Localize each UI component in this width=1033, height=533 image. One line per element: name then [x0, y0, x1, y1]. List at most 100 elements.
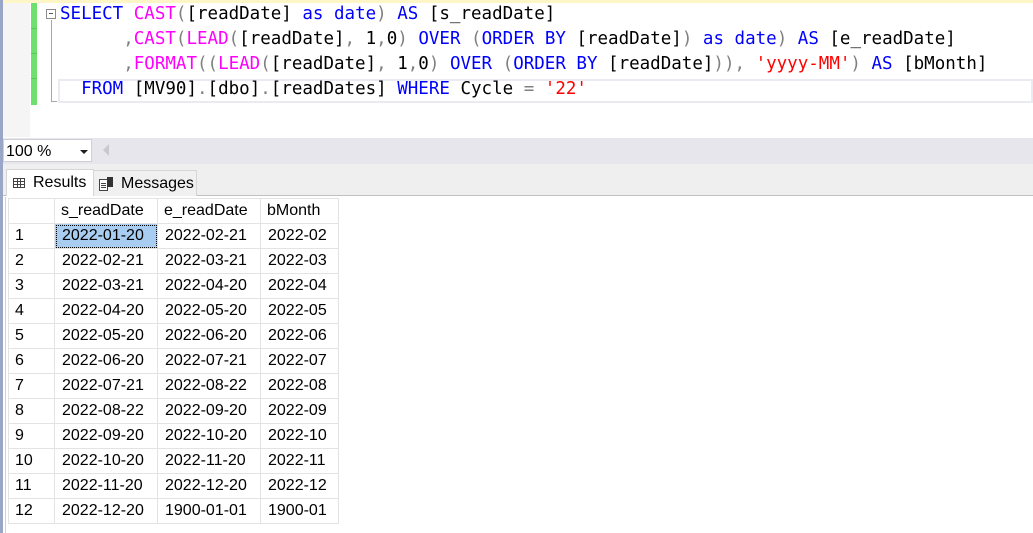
grid-cell[interactable]: 2022-05-20 — [54, 323, 158, 349]
column-header-e-readdate[interactable]: e_readDate — [157, 198, 261, 224]
grid-cell[interactable]: 2022-03-21 — [54, 273, 158, 299]
outline-guide-end — [51, 101, 57, 102]
zoom-level-value: 100 % — [6, 143, 52, 160]
chevron-down-icon[interactable] — [80, 150, 88, 154]
code-line[interactable]: FROM [MV90].[dbo].[readDates] WHERE Cycl… — [60, 77, 987, 102]
grid-cell[interactable]: 2022-09-20 — [54, 423, 158, 449]
code-token: ) — [428, 54, 440, 74]
grid-cell[interactable]: 2022-01-20 — [54, 223, 158, 249]
row-number-cell[interactable]: 11 — [8, 473, 55, 499]
code-token: Cycle — [449, 79, 524, 99]
grid-cell[interactable]: 2022-07-21 — [157, 348, 261, 374]
column-header-bmonth[interactable]: bMonth — [260, 198, 339, 224]
grid-cell[interactable]: 2022-12-20 — [157, 473, 261, 499]
table-row[interactable]: 11 2022-11-20 2022-12-20 2022-12 — [8, 473, 339, 499]
code-token: FORMAT — [133, 54, 197, 74]
results-grid[interactable]: s_readDate e_readDate bMonth 1 2022-01-20… — [8, 198, 339, 524]
grid-cell[interactable]: 2022-11-20 — [54, 473, 158, 499]
grid-cell[interactable]: 2022-09-20 — [157, 398, 261, 424]
grid-cell[interactable]: 2022-12 — [260, 473, 339, 499]
table-row[interactable]: 12 2022-12-20 1900-01-01 1900-01 — [8, 498, 339, 524]
grid-cell[interactable]: 2022-03-21 — [157, 248, 261, 274]
code-token: )), — [713, 54, 746, 74]
grid-cell[interactable]: 2022-07-21 — [54, 373, 158, 399]
code-token: [dbo] — [207, 79, 261, 99]
grid-cell[interactable]: 2022-06-20 — [157, 323, 261, 349]
table-row[interactable]: 8 2022-08-22 2022-09-20 2022-09 — [8, 398, 339, 424]
grid-cell[interactable]: 2022-11-20 — [157, 448, 261, 474]
code-token: (( — [196, 54, 219, 74]
sql-code[interactable]: SELECT CAST([readDate] as date) AS [s_re… — [60, 2, 987, 102]
zoom-level-select[interactable]: 100 % — [3, 139, 92, 162]
grid-cell[interactable]: 2022-06-20 — [54, 348, 158, 374]
grid-cell[interactable]: 2022-02-21 — [54, 248, 158, 274]
grid-cell[interactable]: 2022-08 — [260, 373, 339, 399]
table-row[interactable]: 3 2022-03-21 2022-04-20 2022-04 — [8, 273, 339, 299]
grid-cell[interactable]: 2022-04 — [260, 273, 339, 299]
row-number-header[interactable] — [8, 198, 55, 224]
table-row[interactable]: 4 2022-04-20 2022-05-20 2022-05 — [8, 298, 339, 324]
code-token: BY — [544, 29, 566, 49]
grid-cell[interactable]: 2022-02 — [260, 223, 339, 249]
table-row[interactable]: 7 2022-07-21 2022-08-22 2022-08 — [8, 373, 339, 399]
tab-messages[interactable]: Messages — [93, 170, 197, 196]
row-number-cell[interactable]: 4 — [8, 298, 55, 324]
code-line[interactable]: ,FORMAT((LEAD([readDate], 1,0) OVER (ORD… — [60, 52, 987, 77]
table-row[interactable]: 2 2022-02-21 2022-03-21 2022-03 — [8, 248, 339, 274]
grid-cell[interactable]: 2022-11 — [260, 448, 339, 474]
code-token: ( — [502, 54, 514, 74]
grid-cell[interactable]: 2022-05 — [260, 298, 339, 324]
row-number-cell[interactable]: 1 — [8, 223, 55, 249]
row-number-cell[interactable]: 3 — [8, 273, 55, 299]
query-editor[interactable]: SELECT CAST([readDate] as date) AS [s_re… — [3, 0, 1033, 137]
table-row[interactable]: 6 2022-06-20 2022-07-21 2022-07 — [8, 348, 339, 374]
row-number-cell[interactable]: 6 — [8, 348, 55, 374]
grid-cell[interactable]: 2022-05-20 — [157, 298, 261, 324]
grid-cell[interactable]: 2022-09 — [260, 398, 339, 424]
code-line[interactable]: ,CAST(LEAD([readDate], 1,0) OVER (ORDER … — [60, 27, 987, 52]
grid-cell[interactable]: 2022-10-20 — [157, 423, 261, 449]
row-number-cell[interactable]: 7 — [8, 373, 55, 399]
code-token: [readDate] — [565, 29, 682, 49]
grid-cell[interactable]: 1900-01-01 — [157, 498, 261, 524]
code-line[interactable]: SELECT CAST([readDate] as date) AS [s_re… — [60, 2, 987, 27]
row-number-cell[interactable]: 5 — [8, 323, 55, 349]
grid-cell[interactable]: 2022-08-22 — [54, 398, 158, 424]
grid-cell[interactable]: 2022-12-20 — [54, 498, 158, 524]
table-row[interactable]: 5 2022-05-20 2022-06-20 2022-06 — [8, 323, 339, 349]
grid-cell[interactable]: 1900-01 — [260, 498, 339, 524]
code-token: ) — [681, 29, 693, 49]
code-token: OVER — [418, 29, 461, 49]
code-token: [e_readDate] — [818, 29, 956, 49]
grid-cell[interactable]: 2022-08-22 — [157, 373, 261, 399]
grid-cell[interactable]: 2022-07 — [260, 348, 339, 374]
grid-cell[interactable]: 2022-04-20 — [157, 273, 261, 299]
row-number-cell[interactable]: 8 — [8, 398, 55, 424]
grid-cell[interactable]: 2022-02-21 — [157, 223, 261, 249]
grid-cell[interactable]: 2022-03 — [260, 248, 339, 274]
tab-results[interactable]: Results — [6, 169, 94, 196]
collapse-icon[interactable] — [46, 9, 56, 19]
column-header-s-readdate[interactable]: s_readDate — [54, 198, 158, 224]
table-row[interactable]: 10 2022-10-20 2022-11-20 2022-11 — [8, 448, 339, 474]
table-row[interactable]: 9 2022-09-20 2022-10-20 2022-10 — [8, 423, 339, 449]
row-number-cell[interactable]: 10 — [8, 448, 55, 474]
scroll-left-arrow-icon[interactable] — [103, 144, 109, 156]
row-number-cell[interactable]: 2 — [8, 248, 55, 274]
grid-cell[interactable]: 2022-06 — [260, 323, 339, 349]
grid-cell[interactable]: 2022-10 — [260, 423, 339, 449]
row-number-cell[interactable]: 9 — [8, 423, 55, 449]
grid-cell[interactable]: 2022-04-20 — [54, 298, 158, 324]
row-number-cell[interactable]: 12 — [8, 498, 55, 524]
code-token: 0 — [418, 54, 429, 74]
code-token: AS — [397, 4, 419, 24]
code-token: OVER — [449, 54, 493, 74]
grid-cell[interactable]: 2022-10-20 — [54, 448, 158, 474]
table-row[interactable]: 1 2022-01-20 2022-02-21 2022-02 — [8, 223, 339, 249]
code-token: , — [123, 29, 134, 49]
